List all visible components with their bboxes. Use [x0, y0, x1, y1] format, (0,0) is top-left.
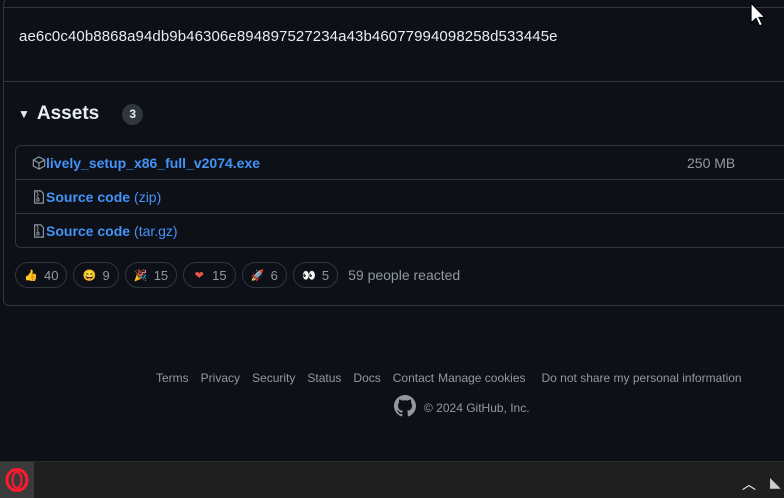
assets-count-badge: 3: [122, 103, 144, 125]
asset-size: 250 MB: [687, 154, 736, 171]
asset-row[interactable]: Source code (tar.gz): [16, 213, 784, 247]
assets-title: Assets: [36, 103, 100, 124]
footer-link-manage-cookies[interactable]: Manage cookies: [438, 371, 525, 385]
footer-brand: © 2024 GitHub, Inc.: [394, 395, 530, 420]
laugh-icon: 😄: [82, 269, 97, 282]
reaction-hooray[interactable]: 🎉 15: [124, 262, 178, 288]
reaction-count: 15: [212, 267, 227, 283]
taskbar: ︿ ◣: [0, 461, 784, 498]
eyes-icon: 👀: [302, 269, 316, 282]
file-zip-icon: [32, 189, 46, 204]
footer-link-do-not-share[interactable]: Do not share my personal information: [542, 371, 742, 385]
heart-icon: ❤: [194, 269, 204, 282]
footer-link-status[interactable]: Status: [307, 371, 341, 385]
assets-toggle[interactable]: ▼ Assets 3: [18, 103, 144, 125]
asset-row[interactable]: Source code (zip): [16, 179, 784, 213]
network-icon[interactable]: ◣: [770, 474, 781, 491]
file-zip-icon: [32, 223, 46, 238]
asset-row[interactable]: lively_setup_x86_full_v2074.exe 250 MB: [16, 146, 784, 179]
reaction-count: 6: [270, 267, 278, 283]
reaction-count: 9: [102, 267, 110, 283]
caret-down-icon: ▼: [18, 107, 30, 121]
divider: [4, 81, 784, 82]
asset-download-link[interactable]: Source code: [46, 189, 130, 205]
reaction-thumbs-up[interactable]: 👍 40: [15, 262, 68, 288]
reaction-count: 5: [321, 267, 330, 283]
reaction-heart[interactable]: ❤ 15: [183, 262, 236, 288]
reaction-laugh[interactable]: 😄 9: [73, 262, 119, 288]
rocket-icon: 🚀: [250, 269, 265, 282]
footer-link-privacy[interactable]: Privacy: [201, 371, 240, 385]
tray-expand-chevron-icon[interactable]: ︿: [742, 474, 756, 494]
asset-download-link[interactable]: Source code: [46, 223, 130, 239]
thumbs-up-icon: 👍: [24, 269, 38, 282]
package-icon: [32, 155, 46, 170]
mouse-cursor-icon: [750, 2, 767, 27]
asset-download-link[interactable]: lively_setup_x86_full_v2074.exe: [46, 155, 260, 171]
copyright: © 2024 GitHub, Inc.: [424, 400, 530, 415]
footer-link-terms[interactable]: Terms: [156, 371, 189, 385]
asset-list: lively_setup_x86_full_v2074.exe 250 MB S…: [15, 145, 784, 248]
reaction-eyes[interactable]: 👀 5: [292, 262, 339, 288]
footer-links: Terms Privacy Security Status Docs Conta…: [156, 371, 754, 385]
github-logo-icon[interactable]: [394, 395, 416, 420]
reaction-rocket[interactable]: 🚀 6: [241, 262, 287, 288]
asset-extension[interactable]: (tar.gz): [134, 223, 178, 239]
opera-browser-icon[interactable]: [0, 462, 34, 498]
footer-link-security[interactable]: Security: [252, 371, 295, 385]
reaction-count: 40: [44, 267, 59, 283]
asset-extension[interactable]: (zip): [134, 189, 161, 205]
divider: [4, 7, 784, 8]
reactions-bar: 👍 40 😄 9 🎉 15 ❤ 15 🚀 6 👀 5 59 people rea…: [15, 262, 460, 288]
reaction-count: 15: [153, 267, 169, 283]
reactions-summary[interactable]: 59 people reacted: [348, 267, 460, 283]
footer-link-contact[interactable]: Contact: [393, 371, 434, 385]
footer-link-docs[interactable]: Docs: [353, 371, 380, 385]
release-hash: ae6c0c40b8868a94db9b46306e894897527234a4…: [19, 28, 558, 45]
hooray-icon: 🎉: [133, 269, 148, 282]
